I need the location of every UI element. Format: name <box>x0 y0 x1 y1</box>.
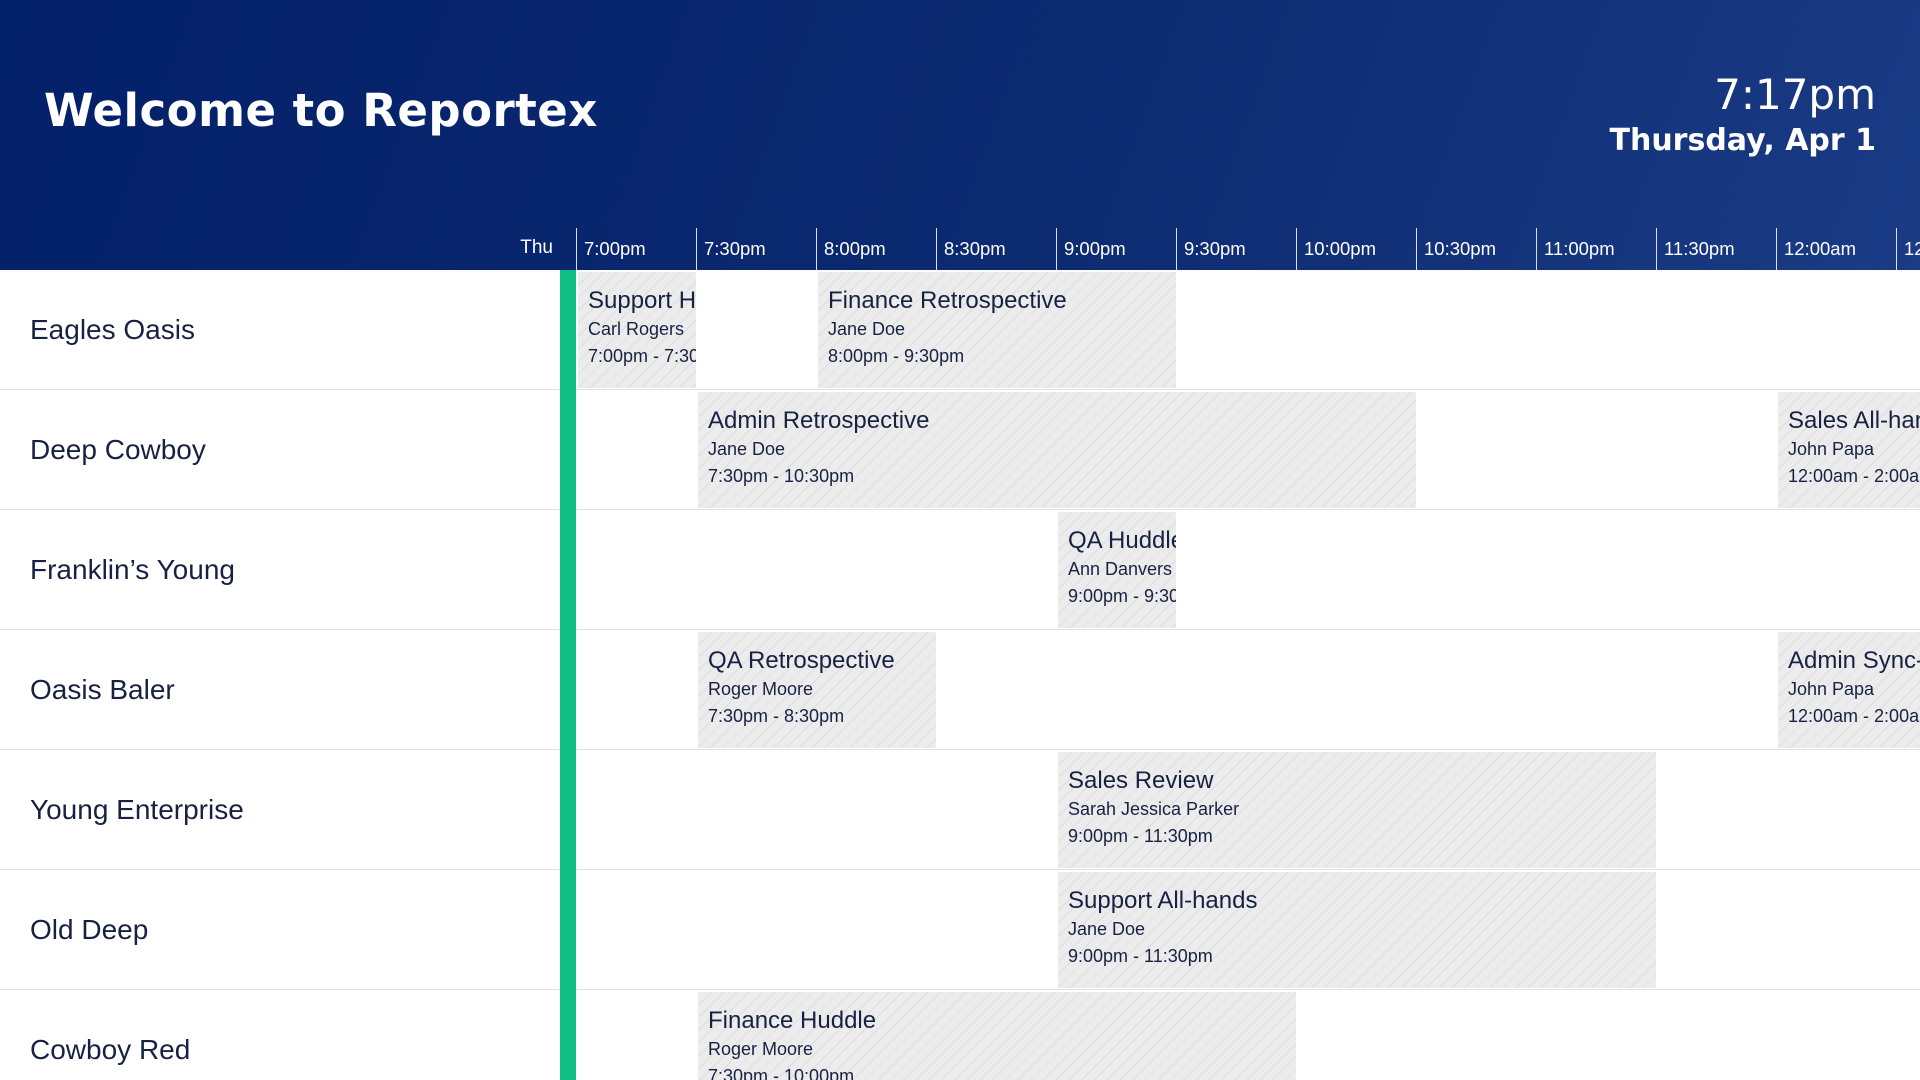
event-title: Finance Retrospective <box>828 287 1067 314</box>
timeline-header: 7:00pm 7:30pm 8:00pm 8:30pm 9:00pm 9:30pm 10:0… <box>576 228 1920 270</box>
event-host: Roger Moore <box>708 679 814 699</box>
event-block[interactable]: Admin Retrospective Jane Doe 7:30pm - 10:3… <box>696 392 1416 508</box>
room-row: Cowboy Red Finance Huddle Roger Moore 7:30p… <box>0 990 1920 1080</box>
event-title: Finance Huddle <box>708 1007 877 1034</box>
room-name[interactable]: Deep Cowboy <box>30 390 206 510</box>
time-tick: 12:00am <box>1776 228 1896 270</box>
room-name[interactable]: Young Enterprise <box>30 750 244 870</box>
time-tick: 9:30pm <box>1176 228 1296 270</box>
time-tick: 10:30pm <box>1416 228 1536 270</box>
room-row: Old Deep Support All-hands Jane Doe 9:00pm … <box>0 870 1920 990</box>
event-host: Carl Rogers <box>588 319 685 339</box>
event-title: Admin Retrospective <box>708 407 930 434</box>
day-label: Thu <box>520 237 553 258</box>
time-tick: 12:30am <box>1896 228 1920 270</box>
time-tick: 7:00pm <box>576 228 696 270</box>
header: Welcome to Reportex 7:17pm Thursday, Apr… <box>0 0 1920 270</box>
event-time: 7:00pm - 7:30pm <box>588 346 696 366</box>
event-time: 8:00pm - 9:30pm <box>828 346 965 366</box>
room-name[interactable]: Eagles Oasis <box>30 270 195 390</box>
event-time: 12:00am - 2:00am <box>1788 466 1920 486</box>
time-tick: 11:00pm <box>1536 228 1656 270</box>
room-name[interactable]: Old Deep <box>30 870 148 990</box>
current-time-indicator <box>560 270 576 1080</box>
time-tick: 8:00pm <box>816 228 936 270</box>
event-time: 7:30pm - 10:00pm <box>708 1066 855 1080</box>
time-tick: 7:30pm <box>696 228 816 270</box>
event-title: QA Retrospective <box>708 647 895 674</box>
event-host: Roger Moore <box>708 1039 814 1059</box>
room-name[interactable]: Oasis Baler <box>30 630 175 750</box>
room-row: Oasis Baler QA Retrospective Roger Moore 7:… <box>0 630 1920 750</box>
event-host: Jane Doe <box>708 439 786 459</box>
event-host: Ann Danvers <box>1068 559 1173 579</box>
event-time: 9:00pm - 11:30pm <box>1068 946 1213 966</box>
schedule-page: Welcome to Reportex 7:17pm Thursday, Apr… <box>0 0 1920 1080</box>
event-host: Jane Doe <box>828 319 906 339</box>
event-title: QA Huddle <box>1068 527 1176 554</box>
current-date: Thursday, Apr 1 <box>1609 123 1877 158</box>
event-title: Sales Review <box>1068 767 1214 794</box>
event-title: Support Huddle <box>588 287 696 314</box>
time-tick: 10:00pm <box>1296 228 1416 270</box>
event-time: 7:30pm - 10:30pm <box>708 466 855 486</box>
event-host: John Papa <box>1788 679 1875 699</box>
event-time: 9:00pm - 11:30pm <box>1068 826 1213 846</box>
event-block[interactable]: Support Huddle Carl Rogers 7:00pm - 7:30pm <box>576 272 696 388</box>
event-block[interactable]: Finance Retrospective Jane Doe 8:00pm - 9:… <box>816 272 1176 388</box>
event-host: Jane Doe <box>1068 919 1146 939</box>
event-block[interactable]: Admin Sync-up John Papa 12:00am - 2:00am <box>1776 632 1920 748</box>
event-block[interactable]: Finance Huddle Roger Moore 7:30pm - 10:00p… <box>696 992 1296 1080</box>
event-block[interactable]: QA Retrospective Roger Moore 7:30pm - 8:30… <box>696 632 936 748</box>
event-host: John Papa <box>1788 439 1875 459</box>
room-row: Eagles Oasis Support Huddle Carl Rogers 7:0… <box>0 270 1920 390</box>
event-block[interactable]: Sales All-hands John Papa 12:00am - 2:00am <box>1776 392 1920 508</box>
event-block[interactable]: QA Huddle Ann Danvers 9:00pm - 9:30pm <box>1056 512 1176 628</box>
event-title: Sales All-hands <box>1788 407 1920 434</box>
event-time: 7:30pm - 8:30pm <box>708 706 845 726</box>
room-row: Franklin’s Young QA Huddle Ann Danvers 9:00… <box>0 510 1920 630</box>
event-title: Support All-hands <box>1068 887 1258 914</box>
event-time: 9:00pm - 9:30pm <box>1068 586 1176 606</box>
time-tick: 11:30pm <box>1656 228 1776 270</box>
event-title: Admin Sync-up <box>1788 647 1920 674</box>
current-time: 7:17pm <box>1714 70 1876 119</box>
room-name[interactable]: Franklin’s Young <box>30 510 235 630</box>
event-block[interactable]: Sales Review Sarah Jessica Parker 9:00pm -… <box>1056 752 1656 868</box>
event-time: 12:00am - 2:00am <box>1788 706 1920 726</box>
time-tick: 9:00pm <box>1056 228 1176 270</box>
event-host: Sarah Jessica Parker <box>1068 799 1240 819</box>
room-row: Young Enterprise Sales Review Sarah Jessic… <box>0 750 1920 870</box>
room-row: Deep Cowboy Admin Retrospective Jane Doe 7:… <box>0 390 1920 510</box>
time-tick: 8:30pm <box>936 228 1056 270</box>
room-name[interactable]: Cowboy Red <box>30 990 190 1080</box>
event-block[interactable]: Support All-hands Jane Doe 9:00pm - 11:30p… <box>1056 872 1656 988</box>
welcome-title: Welcome to Reportex <box>44 84 598 137</box>
room-schedule-grid: Eagles Oasis Support Huddle Carl Rogers 7:0… <box>0 270 1920 1080</box>
